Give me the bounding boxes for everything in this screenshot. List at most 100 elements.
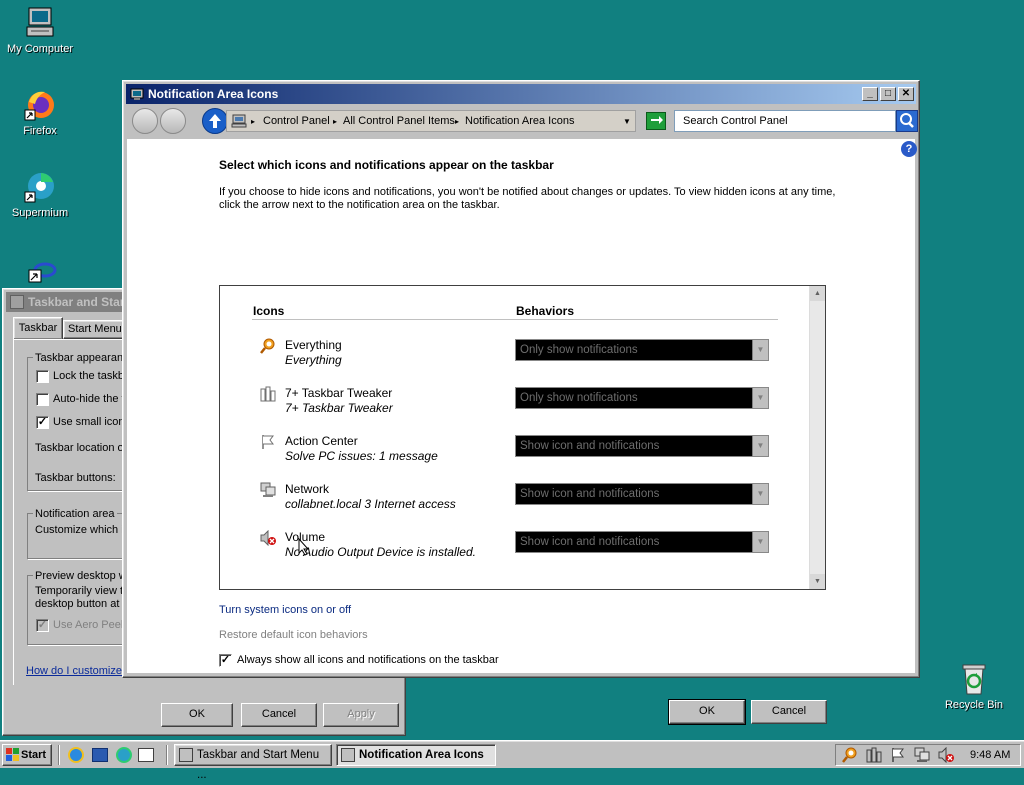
behavior-value: Only show notifications bbox=[520, 392, 638, 404]
shortcut-icon bbox=[23, 258, 57, 292]
breadcrumb-control-panel[interactable]: Control Panel bbox=[263, 115, 330, 127]
desktop-icon-label: Firefox bbox=[23, 125, 57, 137]
taskbar-properties-icon bbox=[179, 748, 193, 762]
apply-button[interactable]: Apply bbox=[323, 703, 399, 727]
mouse-cursor bbox=[298, 537, 310, 556]
task-button-taskbar-properties[interactable]: Taskbar and Start Menu ... bbox=[174, 744, 332, 781]
row-subtitle: No Audio Output Device is installed. bbox=[285, 545, 476, 559]
show-desktop-icon[interactable] bbox=[92, 748, 108, 762]
maximize-button[interactable]: □ bbox=[880, 87, 896, 101]
recycle-bin-icon bbox=[957, 662, 991, 696]
behavior-dropdown[interactable]: Show icon and notifications ▼ bbox=[515, 435, 769, 457]
window-title-bar[interactable]: Notification Area Icons _ □ ✕ bbox=[126, 84, 916, 104]
group-label: Notification area bbox=[33, 508, 117, 520]
task-label: Notification Area Icons bbox=[359, 749, 484, 761]
clock[interactable]: 9:48 AM bbox=[970, 749, 1010, 761]
computer-icon bbox=[23, 6, 57, 40]
chevron-down-icon: ▼ bbox=[752, 388, 768, 408]
scroll-up-arrow[interactable]: ▲ bbox=[810, 286, 825, 301]
icons-list: Icons Behaviors Everything Everything On… bbox=[219, 285, 826, 590]
cancel-button[interactable]: Cancel bbox=[751, 700, 827, 724]
volume-muted-icon[interactable] bbox=[938, 746, 954, 764]
row-subtitle: 7+ Taskbar Tweaker bbox=[285, 401, 393, 415]
breadcrumb-all-items[interactable]: All Control Panel Items bbox=[343, 115, 455, 127]
row-name: Network bbox=[285, 482, 330, 496]
address-bar[interactable]: ▸ Control Panel ▸ All Control Panel Item… bbox=[226, 110, 636, 132]
window-app-icon bbox=[10, 295, 24, 309]
flag-icon[interactable] bbox=[890, 747, 906, 763]
chevron-down-icon[interactable]: ▼ bbox=[623, 117, 631, 126]
forward-button[interactable] bbox=[160, 108, 186, 134]
network-icon[interactable] bbox=[914, 747, 930, 763]
breadcrumb-notification-area[interactable]: Notification Area Icons bbox=[465, 115, 574, 127]
control-panel-icon bbox=[130, 87, 144, 101]
main-content: ? Select which icons and notifications a… bbox=[127, 139, 917, 725]
scroll-down-arrow[interactable]: ▼ bbox=[810, 574, 825, 589]
tweaker-icon[interactable] bbox=[866, 747, 882, 763]
row-name: 7+ Taskbar Tweaker bbox=[285, 386, 393, 400]
notification-area-icons-window[interactable]: Notification Area Icons _ □ ✕ ▸ Control … bbox=[122, 80, 920, 725]
autohide-checkbox[interactable] bbox=[36, 393, 49, 406]
row-name: Action Center bbox=[285, 434, 358, 448]
page-description-line2: click the arrow next to the notification… bbox=[219, 199, 500, 211]
minimize-button[interactable]: _ bbox=[862, 87, 878, 101]
tab-taskbar[interactable]: Taskbar bbox=[13, 317, 63, 339]
turn-system-icons-link[interactable]: Turn system icons on or off bbox=[219, 604, 351, 616]
chevron-down-icon: ▼ bbox=[752, 436, 768, 456]
behavior-value: Show icon and notifications bbox=[520, 488, 660, 500]
system-tray: 9:48 AM bbox=[835, 744, 1021, 766]
ok-button[interactable]: OK bbox=[161, 703, 233, 727]
behavior-dropdown[interactable]: Only show notifications ▼ bbox=[515, 339, 769, 361]
search-icon[interactable] bbox=[896, 110, 918, 132]
vertical-scrollbar[interactable]: ▲ ▼ bbox=[809, 286, 825, 589]
lock-taskbar-checkbox[interactable] bbox=[36, 370, 49, 383]
page-description-line1: If you choose to hide icons and notifica… bbox=[219, 186, 836, 198]
desktop-icon-supermium[interactable]: Supermium bbox=[0, 170, 80, 219]
desktop-icon-label: Supermium bbox=[11, 207, 69, 219]
supermium-quicklaunch-icon[interactable] bbox=[116, 747, 132, 763]
behavior-dropdown[interactable]: Show icon and notifications ▼ bbox=[515, 531, 769, 553]
computer-small-icon bbox=[231, 114, 247, 131]
desktop-icon-firefox[interactable]: Firefox bbox=[0, 88, 80, 137]
tweaker-icon bbox=[260, 386, 276, 402]
cancel-button[interactable]: Cancel bbox=[241, 703, 317, 727]
header-divider bbox=[252, 319, 778, 320]
control-panel-icon bbox=[341, 748, 355, 762]
column-header-behaviors: Behaviors bbox=[516, 304, 575, 318]
navigation-bar: ▸ Control Panel ▸ All Control Panel Item… bbox=[126, 105, 918, 138]
desktop-icon-my-computer[interactable]: My Computer bbox=[0, 6, 80, 55]
refresh-icon[interactable] bbox=[646, 112, 666, 130]
desktop-icon-label: Recycle Bin bbox=[944, 699, 1004, 711]
flag-icon bbox=[260, 434, 276, 450]
supermium-icon bbox=[23, 170, 57, 204]
small-icons-label: Use small icons bbox=[53, 416, 131, 428]
start-button[interactable]: Start bbox=[2, 744, 52, 766]
breadcrumb-separator: ▸ bbox=[455, 117, 460, 126]
back-button[interactable] bbox=[132, 108, 158, 134]
always-show-checkbox[interactable]: ✓ bbox=[219, 654, 232, 667]
aero-peek-checkbox[interactable]: ✓ bbox=[36, 619, 49, 632]
small-icons-checkbox[interactable]: ✓ bbox=[36, 416, 49, 429]
close-button[interactable]: ✕ bbox=[898, 87, 914, 101]
search-input[interactable]: Search Control Panel bbox=[674, 110, 896, 132]
search-icon[interactable] bbox=[842, 747, 858, 763]
row-subtitle: Solve PC issues: 1 message bbox=[285, 449, 438, 463]
breadcrumb-separator: ▸ bbox=[251, 117, 256, 126]
help-icon[interactable]: ? bbox=[901, 141, 917, 157]
behavior-dropdown[interactable]: Only show notifications ▼ bbox=[515, 387, 769, 409]
row-name: Everything bbox=[285, 338, 342, 352]
behavior-dropdown[interactable]: Show icon and notifications ▼ bbox=[515, 483, 769, 505]
row-subtitle: collabnet.local 3 Internet access bbox=[285, 497, 456, 511]
firefox-icon bbox=[23, 88, 57, 122]
chevron-down-icon: ▼ bbox=[752, 484, 768, 504]
window-switcher-icon[interactable] bbox=[138, 748, 154, 762]
task-button-notification-area[interactable]: Notification Area Icons bbox=[336, 744, 496, 766]
ok-button[interactable]: OK bbox=[668, 699, 746, 725]
task-label: Taskbar and Start Menu ... bbox=[197, 749, 320, 781]
desktop-icon-recycle-bin[interactable]: Recycle Bin bbox=[934, 662, 1014, 711]
restore-default-link[interactable]: Restore default icon behaviors bbox=[219, 629, 368, 641]
up-arrow-icon[interactable] bbox=[202, 108, 228, 134]
chevron-down-icon: ▼ bbox=[752, 532, 768, 552]
search-icon bbox=[260, 338, 276, 354]
internet-explorer-icon[interactable] bbox=[68, 747, 84, 763]
